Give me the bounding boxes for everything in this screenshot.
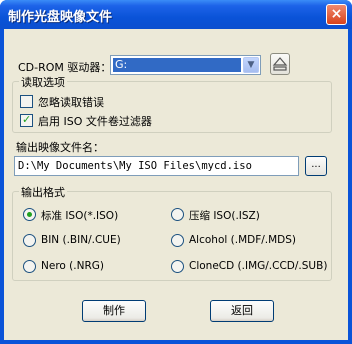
make-button[interactable]: 制作: [82, 300, 146, 322]
eject-icon: [272, 57, 288, 71]
read-options-group: 读取选项 忽略读取错误 启用 ISO 文件卷过滤器: [12, 74, 332, 133]
window-title: 制作光盘映像文件: [8, 10, 113, 25]
output-format-group: 输出格式 标准 ISO(*.ISO) 压缩 ISO(.ISZ) BIN (.BI…: [12, 184, 332, 281]
output-format-legend: 输出格式: [19, 184, 67, 200]
drive-selected-value: G:: [112, 57, 242, 73]
drive-label: CD-ROM 驱动器：: [18, 61, 112, 74]
format-clonecd-radio[interactable]: [171, 260, 184, 273]
format-isz-label: 压缩 ISO(.ISZ): [189, 210, 260, 222]
format-bin-radio[interactable]: [23, 234, 36, 247]
drive-select[interactable]: G: ▼: [110, 55, 261, 75]
format-nero-label: Nero (.NRG): [41, 260, 104, 272]
format-nero-radio[interactable]: [23, 260, 36, 273]
format-clonecd-label: CloneCD (.IMG/.CCD/.SUB): [189, 260, 328, 272]
output-file-label: 输出映像文件名：: [16, 141, 104, 154]
iso-filter-checkbox[interactable]: [20, 113, 33, 127]
eject-button[interactable]: [270, 53, 290, 75]
browse-button[interactable]: ...: [305, 156, 327, 176]
output-file-input[interactable]: D:\My Documents\My ISO Files\mycd.iso: [14, 156, 299, 176]
format-alcohol-radio[interactable]: [171, 234, 184, 247]
format-bin-label: BIN (.BIN/.CUE): [41, 234, 121, 246]
format-isz-radio[interactable]: [171, 208, 184, 221]
title-bar[interactable]: 制作光盘映像文件 ×: [0, 0, 352, 29]
ignore-errors-checkbox[interactable]: [20, 95, 33, 108]
close-button[interactable]: ×: [326, 4, 347, 25]
iso-filter-label: 启用 ISO 文件卷过滤器: [38, 115, 152, 128]
format-iso-label: 标准 ISO(*.ISO): [41, 210, 119, 222]
chevron-down-icon[interactable]: ▼: [243, 57, 259, 73]
format-alcohol-label: Alcohol (.MDF/.MDS): [189, 234, 297, 246]
dialog-window: 制作光盘映像文件 × CD-ROM 驱动器： G: ▼ 读取选项 忽略读取错误 …: [0, 0, 352, 344]
format-iso-radio[interactable]: [23, 208, 36, 221]
back-button[interactable]: 返回: [210, 300, 274, 322]
dialog-body: CD-ROM 驱动器： G: ▼ 读取选项 忽略读取错误 启用 ISO 文件卷过…: [4, 29, 348, 340]
read-options-legend: 读取选项: [19, 74, 67, 90]
ignore-errors-label: 忽略读取错误: [38, 96, 104, 109]
close-icon: ×: [330, 6, 343, 22]
